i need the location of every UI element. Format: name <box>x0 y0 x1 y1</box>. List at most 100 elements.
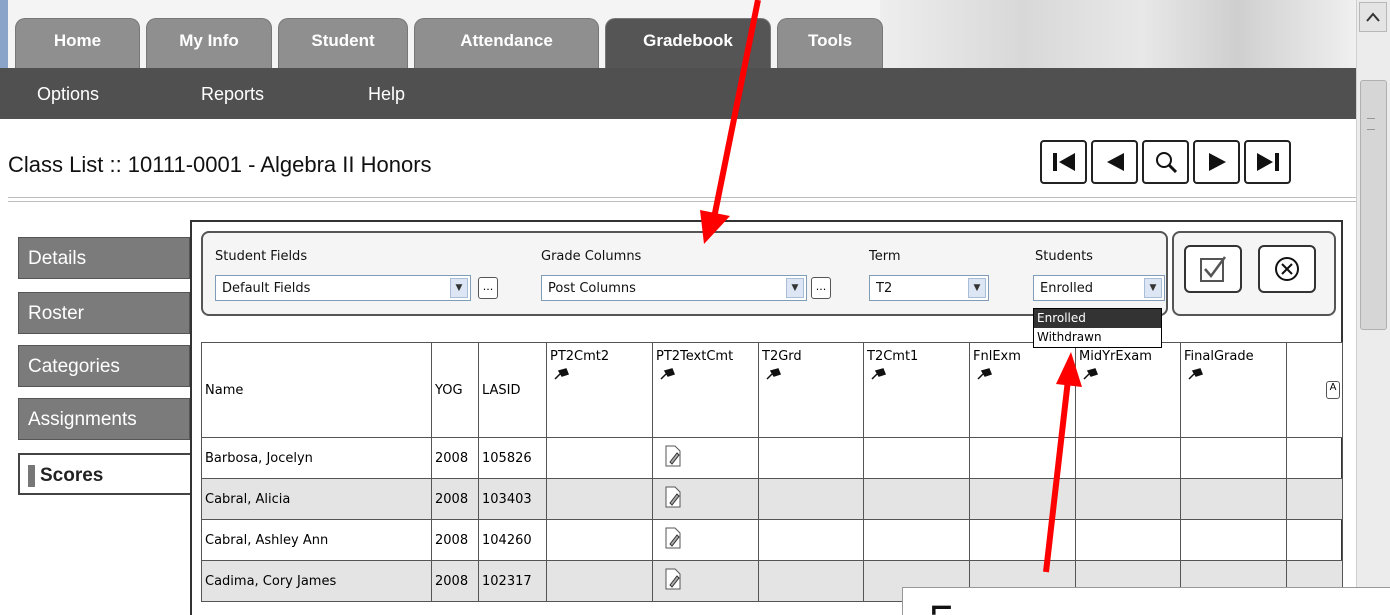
edit-comment-icon[interactable] <box>664 568 682 590</box>
score-cell[interactable] <box>758 437 864 479</box>
score-cell[interactable] <box>546 478 653 520</box>
grade-columns-value: Post Columns <box>548 281 636 296</box>
column-header-finalgrade[interactable]: FinalGrade <box>1180 342 1287 438</box>
score-cell[interactable] <box>758 519 864 561</box>
apply-button[interactable] <box>1184 245 1242 293</box>
side-tab-categories[interactable]: Categories <box>18 345 190 387</box>
magnifier-icon <box>1155 152 1177 174</box>
pin-icon[interactable] <box>1188 368 1204 380</box>
action-box <box>1172 231 1336 316</box>
tab-gradebook[interactable]: Gradebook <box>605 18 771 68</box>
search-record-button[interactable] <box>1142 140 1189 184</box>
cancel-button[interactable] <box>1258 245 1316 293</box>
score-cell[interactable] <box>863 519 970 561</box>
score-cell[interactable] <box>652 560 759 602</box>
grade-columns-more-button[interactable]: ... <box>811 277 831 299</box>
tab-home[interactable]: Home <box>15 18 140 68</box>
column-header-yog[interactable]: YOG <box>431 342 479 438</box>
pin-icon[interactable] <box>871 368 887 380</box>
yog-cell: 2008 <box>431 437 479 479</box>
grade-columns-select[interactable]: Post Columns ▼ <box>541 275 807 301</box>
first-record-button[interactable] <box>1040 140 1087 184</box>
score-cell[interactable] <box>1180 478 1287 520</box>
column-header-name[interactable]: Name <box>201 342 432 438</box>
score-cell[interactable] <box>969 478 1076 520</box>
score-cell[interactable] <box>1075 519 1181 561</box>
term-select[interactable]: T2 ▼ <box>869 275 989 301</box>
add-column-button[interactable]: A <box>1326 381 1340 399</box>
side-tab-details[interactable]: Details <box>18 237 190 279</box>
tab-attendance[interactable]: Attendance <box>414 18 599 68</box>
score-cell[interactable] <box>1075 437 1181 479</box>
tab-student[interactable]: Student <box>278 18 408 68</box>
column-header-label: FnlExm <box>973 349 1021 364</box>
column-header-pt2cmt2[interactable]: PT2Cmt2 <box>546 342 653 438</box>
score-cell[interactable] <box>969 519 1076 561</box>
pin-icon[interactable] <box>554 368 570 380</box>
column-header-lasid[interactable]: LASID <box>478 342 547 438</box>
pin-icon[interactable] <box>977 368 993 380</box>
score-cell[interactable] <box>863 437 970 479</box>
menu-reports[interactable]: Reports <box>201 84 264 105</box>
column-header-fnlexm[interactable]: FnlExm <box>969 342 1076 438</box>
pin-icon[interactable] <box>660 368 676 380</box>
student-name-cell[interactable]: Cadima, Cory James <box>201 560 432 602</box>
tab-my-info[interactable]: My Info <box>146 18 272 68</box>
column-header-t2grd[interactable]: T2Grd <box>758 342 864 438</box>
vertical-scrollbar[interactable] <box>1356 0 1390 615</box>
score-cell[interactable] <box>758 560 864 602</box>
next-record-button[interactable] <box>1193 140 1240 184</box>
score-cell[interactable] <box>1180 437 1287 479</box>
score-cell[interactable] <box>758 478 864 520</box>
scroll-up-button[interactable] <box>1359 2 1387 32</box>
column-header-label: PT2Cmt2 <box>550 349 610 364</box>
score-cell[interactable] <box>1075 478 1181 520</box>
column-header-extra: A <box>1286 342 1343 438</box>
table-row[interactable]: Barbosa, Jocelyn 2008 105826 <box>201 437 1343 479</box>
edit-comment-icon[interactable] <box>664 486 682 508</box>
pin-icon[interactable] <box>766 368 782 380</box>
edit-comment-icon[interactable] <box>664 527 682 549</box>
column-header-label: T2Cmt1 <box>867 349 919 364</box>
score-cell[interactable] <box>1286 478 1343 520</box>
score-cell[interactable] <box>863 478 970 520</box>
score-cell[interactable] <box>652 519 759 561</box>
score-cell[interactable] <box>1286 437 1343 479</box>
dropdown-option-enrolled[interactable]: Enrolled <box>1034 309 1161 328</box>
menu-options[interactable]: Options <box>37 84 99 105</box>
previous-record-button[interactable] <box>1091 140 1138 184</box>
skip-last-icon <box>1256 153 1279 171</box>
score-cell[interactable] <box>1286 519 1343 561</box>
dropdown-option-withdrawn[interactable]: Withdrawn <box>1034 328 1161 347</box>
score-cell[interactable] <box>969 437 1076 479</box>
student-fields-more-button[interactable]: ... <box>478 277 498 299</box>
side-tab-roster[interactable]: Roster <box>18 292 190 334</box>
filter-box: Student Fields Default Fields ▼ ... Grad… <box>201 231 1168 316</box>
score-cell[interactable] <box>652 478 759 520</box>
side-tab-scores[interactable]: Scores <box>18 453 193 495</box>
table-row[interactable]: Cabral, Ashley Ann 2008 104260 <box>201 519 1343 561</box>
students-value: Enrolled <box>1040 281 1093 296</box>
student-fields-value: Default Fields <box>222 281 311 296</box>
tab-tools[interactable]: Tools <box>777 18 883 68</box>
edit-comment-icon[interactable] <box>664 445 682 467</box>
menu-help[interactable]: Help <box>368 84 405 105</box>
student-fields-select[interactable]: Default Fields ▼ <box>215 275 471 301</box>
pin-icon[interactable] <box>1083 368 1099 380</box>
score-cell[interactable] <box>546 519 653 561</box>
student-name-cell[interactable]: Cabral, Ashley Ann <box>201 519 432 561</box>
student-name-cell[interactable]: Cabral, Alicia <box>201 478 432 520</box>
column-header-pt2textcmt[interactable]: PT2TextCmt <box>652 342 759 438</box>
students-select[interactable]: Enrolled ▼ <box>1033 275 1165 301</box>
cancel-circle-x-icon <box>1275 257 1299 281</box>
side-tab-assignments[interactable]: Assignments <box>18 398 190 440</box>
column-header-t2cmt1[interactable]: T2Cmt1 <box>863 342 970 438</box>
table-row[interactable]: Cabral, Alicia 2008 103403 <box>201 478 1343 520</box>
student-name-cell[interactable]: Barbosa, Jocelyn <box>201 437 432 479</box>
score-cell[interactable] <box>652 437 759 479</box>
score-cell[interactable] <box>546 437 653 479</box>
score-cell[interactable] <box>1180 519 1287 561</box>
last-record-button[interactable] <box>1244 140 1291 184</box>
column-header-midyrexam[interactable]: MidYrExam <box>1075 342 1181 438</box>
score-cell[interactable] <box>546 560 653 602</box>
